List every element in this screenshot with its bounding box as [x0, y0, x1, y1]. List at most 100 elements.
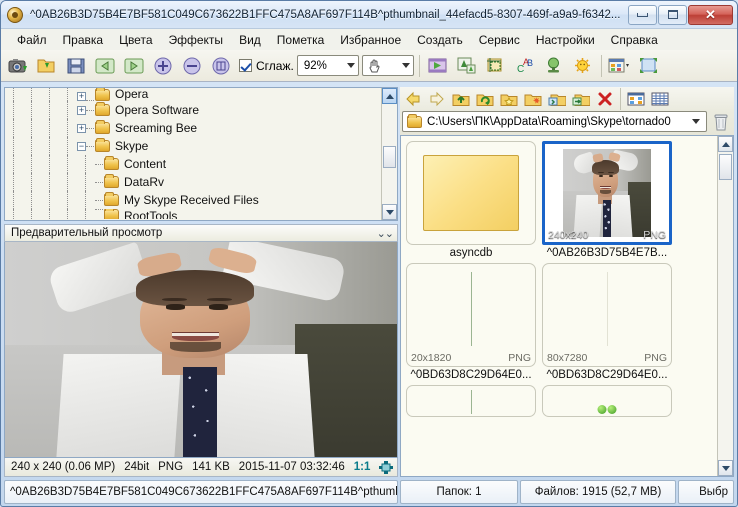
nav-forward-icon[interactable]: [426, 88, 448, 109]
fit-window-icon[interactable]: [208, 53, 234, 79]
thumbnail-image[interactable]: 240x240 PNG: [542, 141, 672, 245]
zoom-out-icon[interactable]: [179, 53, 205, 79]
tree-scrollbar[interactable]: [381, 88, 397, 220]
text-tool-icon[interactable]: ABC: [512, 53, 538, 79]
brightness-icon[interactable]: [570, 53, 596, 79]
expander-icon[interactable]: +: [77, 92, 86, 101]
smoothing-toggle[interactable]: Сглаж.: [239, 59, 294, 73]
refresh-icon[interactable]: [474, 88, 496, 109]
left-column: + Opera + Opera Software + Screaming Bee…: [4, 87, 417, 477]
screen-capture-icon[interactable]: [5, 53, 31, 79]
expander-icon[interactable]: +: [77, 105, 86, 115]
menu-item-create[interactable]: Создать: [409, 31, 471, 49]
menu-item-edit[interactable]: Правка: [55, 31, 112, 49]
batch-convert-icon[interactable]: [454, 53, 480, 79]
address-row: C:\Users\ПК\AppData\Roaming\Skype\tornad…: [400, 110, 734, 135]
thumbnail-scrollbar[interactable]: [717, 136, 733, 476]
close-button[interactable]: ✕: [688, 4, 733, 25]
back-arrow-icon[interactable]: [92, 53, 118, 79]
collapse-expander-icon[interactable]: −: [77, 141, 86, 151]
slideshow-icon[interactable]: [425, 53, 451, 79]
tree-item-skype[interactable]: − Skype: [5, 137, 381, 155]
layout-view-icon[interactable]: [607, 53, 633, 79]
menu-item-help[interactable]: Справка: [603, 31, 666, 49]
nav-up-icon[interactable]: [450, 88, 472, 109]
nav-back-icon[interactable]: [402, 88, 424, 109]
save-icon[interactable]: [63, 53, 89, 79]
favorites-icon[interactable]: [498, 88, 520, 109]
scroll-down-button[interactable]: [718, 460, 733, 476]
scroll-thumb[interactable]: [719, 154, 732, 180]
smoothing-checkbox[interactable]: [239, 59, 252, 72]
thumbnail-item[interactable]: [406, 385, 536, 417]
thumbnail-image[interactable]: 80x7280 PNG: [542, 263, 672, 367]
new-folder-icon[interactable]: [522, 88, 544, 109]
hand-tool-combo[interactable]: [361, 55, 414, 76]
trash-icon[interactable]: [710, 111, 732, 133]
menu-item-tools[interactable]: Сервис: [471, 31, 528, 49]
chevron-down-icon[interactable]: [692, 119, 700, 124]
fit-image-icon[interactable]: [379, 460, 394, 474]
color-balance-icon[interactable]: [541, 53, 567, 79]
thumbnail-item[interactable]: asyncdb: [406, 141, 536, 259]
menu-item-view[interactable]: Вид: [231, 31, 269, 49]
details-view-icon[interactable]: [649, 88, 671, 109]
folder-icon: [95, 102, 110, 116]
open-folder-icon[interactable]: [34, 53, 60, 79]
thumbnail-image[interactable]: [406, 385, 536, 417]
scroll-track[interactable]: [382, 104, 397, 204]
thumbnail-item[interactable]: 20x1820 PNG ^0BD63D8C29D64E0...: [406, 263, 536, 381]
thumbnail-grid: asyncdb 240x240 PNG ^0AB26B3D75B4E7B... …: [401, 136, 717, 476]
fullscreen-icon[interactable]: [636, 53, 662, 79]
scroll-up-button[interactable]: [718, 136, 733, 152]
status-files: Файлов: 1915 (52,7 МВ): [520, 480, 676, 504]
thumbnail-item-selected[interactable]: 240x240 PNG ^0AB26B3D75B4E7B...: [542, 141, 672, 259]
toolbar-separator: [620, 87, 621, 110]
thumbnail-browser[interactable]: asyncdb 240x240 PNG ^0AB26B3D75B4E7B... …: [400, 135, 734, 477]
preview-image-area[interactable]: [4, 242, 398, 458]
thumbnail-view-icon[interactable]: [625, 88, 647, 109]
chevron-double-down-icon[interactable]: ⌄⌄: [377, 227, 394, 240]
menu-item-mark[interactable]: Пометка: [269, 31, 333, 49]
menu-item-file[interactable]: Файл: [9, 31, 55, 49]
delete-icon[interactable]: [594, 88, 616, 109]
zoom-in-icon[interactable]: [150, 53, 176, 79]
menu-item-favorites[interactable]: Избранное: [332, 31, 409, 49]
menu-item-settings[interactable]: Настройки: [528, 31, 603, 49]
toolbar-separator: [418, 54, 420, 77]
thumbnail-image[interactable]: 20x1820 PNG: [406, 263, 536, 367]
menu-item-colors[interactable]: Цвета: [111, 31, 160, 49]
expander-icon[interactable]: +: [77, 123, 86, 133]
crop-icon[interactable]: [483, 53, 509, 79]
image-size: 141 KB: [192, 461, 230, 473]
tree-item-roottools[interactable]: RootTools: [5, 209, 381, 219]
thumbnail-item[interactable]: [542, 385, 672, 417]
tree-item-my-skype-received-files[interactable]: My Skype Received Files: [5, 191, 381, 209]
menu-item-effects[interactable]: Эффекты: [161, 31, 232, 49]
scroll-thumb[interactable]: [383, 146, 396, 168]
folder-icon: [104, 156, 119, 170]
thumbnail-dimensions: 80x7280: [547, 352, 588, 364]
thumbnail-item[interactable]: 80x7280 PNG ^0BD63D8C29D64E0...: [542, 263, 672, 381]
move-to-folder-icon[interactable]: [570, 88, 592, 109]
scroll-up-button[interactable]: [382, 88, 397, 104]
zoom-level-combo[interactable]: 92%: [296, 55, 359, 76]
thumbnail-image[interactable]: [406, 141, 536, 245]
scroll-down-button[interactable]: [382, 204, 397, 220]
tree-item-content[interactable]: Content: [5, 155, 381, 173]
smoothing-label: Сглаж.: [256, 58, 294, 73]
copy-to-folder-icon[interactable]: [546, 88, 568, 109]
minimize-button[interactable]: [628, 4, 657, 25]
thumbnail-image[interactable]: [542, 385, 672, 417]
restore-button[interactable]: [658, 4, 687, 25]
thumbnail-caption: asyncdb: [449, 247, 493, 259]
forward-arrow-icon[interactable]: [121, 53, 147, 79]
tree-item-opera-software[interactable]: + Opera Software: [5, 101, 381, 119]
address-bar[interactable]: C:\Users\ПК\AppData\Roaming\Skype\tornad…: [402, 111, 707, 132]
thumbnail-meta: 240x240 PNG: [548, 229, 666, 241]
scroll-track[interactable]: [718, 152, 733, 460]
tree-item-datarv[interactable]: DataRv: [5, 173, 381, 191]
tree-item-opera[interactable]: + Opera: [5, 88, 381, 101]
tree-item-screaming-bee[interactable]: + Screaming Bee: [5, 119, 381, 137]
folder-tree-panel[interactable]: + Opera + Opera Software + Screaming Bee…: [4, 87, 398, 221]
